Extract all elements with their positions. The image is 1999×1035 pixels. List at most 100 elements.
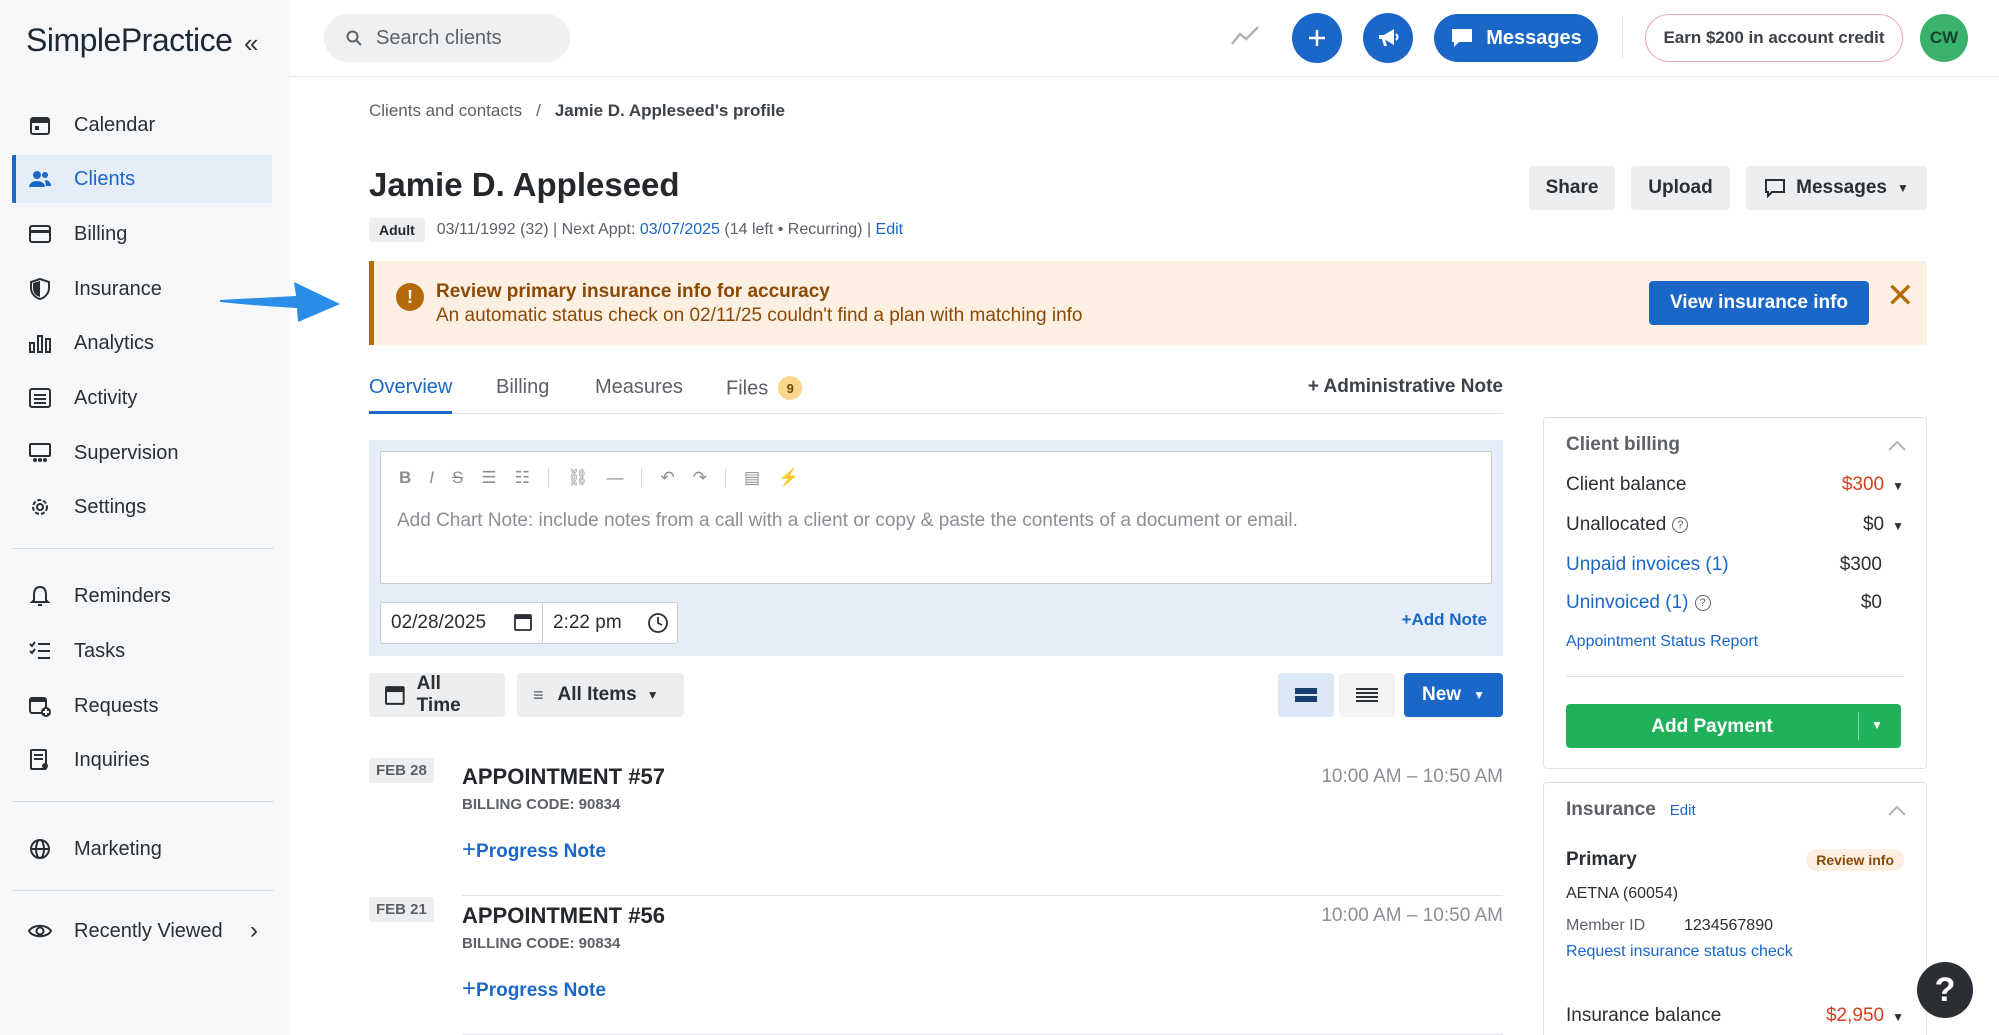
alert-title: Review primary insurance info for accura… — [436, 281, 830, 302]
list-view-toggle[interactable] — [1339, 673, 1395, 717]
redo-icon[interactable]: ↷ — [693, 468, 707, 488]
search-input[interactable]: Search clients — [324, 14, 570, 62]
help-icon[interactable]: ? — [1694, 595, 1711, 611]
payer-row: AETNA (60054) — [1566, 885, 1904, 903]
sidebar-item-label: Inquiries — [74, 748, 150, 771]
chat-icon — [1452, 29, 1473, 47]
insurance-card: Insurance Edit Primary Review info AETNA … — [1543, 782, 1927, 1035]
sidebar-item-supervision[interactable]: Supervision — [12, 429, 272, 477]
app-logo[interactable]: SimplePractice — [26, 22, 233, 59]
unallocated-label: Unallocated — [1566, 514, 1667, 535]
note-date-input[interactable]: 02/28/2025 — [380, 602, 543, 644]
add-administrative-note-button[interactable]: + Administrative Note — [1308, 376, 1503, 398]
sidebar-item-label: Recently Viewed — [74, 919, 223, 942]
new-button[interactable]: New ▼ — [1404, 673, 1503, 717]
calendar-icon[interactable] — [514, 613, 532, 637]
undo-icon[interactable]: ↶ — [660, 468, 674, 488]
edit-insurance-link[interactable]: Edit — [1670, 802, 1696, 819]
client-billing-card: Client billing Client balance $300 ▼ Unal… — [1543, 417, 1927, 769]
appointment-date: FEB 21 — [369, 897, 434, 922]
add-progress-note-link[interactable]: +Progress Note — [462, 836, 606, 864]
upload-button[interactable]: Upload — [1631, 166, 1730, 210]
all-items-filter[interactable]: ≡ All Items ▼ — [517, 673, 684, 717]
edit-client-link[interactable]: Edit — [876, 221, 904, 239]
sidebar-item-calendar[interactable]: Calendar — [12, 101, 272, 149]
sidebar-item-tasks[interactable]: Tasks — [12, 627, 272, 675]
sidebar-item-label: Billing — [74, 222, 128, 245]
sidebar-item-billing[interactable]: Billing — [12, 210, 272, 258]
help-button[interactable]: ? — [1917, 962, 1973, 1018]
breadcrumb-clients-link[interactable]: Clients and contacts — [369, 101, 522, 120]
tab-measures[interactable]: Measures — [595, 376, 683, 414]
strikethrough-icon[interactable]: S — [452, 468, 463, 488]
card-divider — [1566, 676, 1904, 677]
collapse-sidebar-icon[interactable]: « — [244, 28, 258, 59]
next-appt-link[interactable]: 03/07/2025 — [640, 221, 720, 239]
sidebar-item-reminders[interactable]: Reminders — [12, 572, 272, 620]
request-status-check-link[interactable]: Request insurance status check — [1566, 943, 1793, 961]
announcements-button[interactable] — [1363, 13, 1413, 63]
appointment-title[interactable]: APPOINTMENT #56 — [462, 903, 665, 929]
earn-credit-button[interactable]: Earn $200 in account credit — [1645, 14, 1903, 62]
unpaid-invoices-row: Unpaid invoices (1) $300 — [1566, 554, 1904, 576]
card-view-toggle[interactable] — [1278, 673, 1334, 717]
tab-overview[interactable]: Overview — [369, 376, 453, 414]
unallocated-dropdown[interactable]: $0 ▼ — [1863, 514, 1904, 536]
add-button[interactable] — [1292, 13, 1342, 63]
sidebar-item-clients[interactable]: Clients — [12, 155, 272, 203]
trend-icon[interactable] — [1230, 24, 1260, 53]
bold-icon[interactable]: B — [399, 468, 411, 488]
sidebar-item-activity[interactable]: Activity — [12, 374, 272, 422]
progress-note-label: Progress Note — [476, 841, 606, 862]
files-count-badge: 9 — [778, 376, 803, 400]
ai-bolt-icon[interactable]: ⚡ — [778, 468, 799, 488]
all-time-filter[interactable]: All Time — [369, 673, 505, 717]
unpaid-invoices-link[interactable]: Unpaid invoices (1) — [1566, 554, 1729, 576]
sidebar-item-label: Supervision — [74, 441, 179, 464]
all-time-label: All Time — [416, 673, 461, 716]
megaphone-icon — [1379, 29, 1399, 46]
view-insurance-info-button[interactable]: View insurance info — [1649, 281, 1869, 325]
numbered-list-icon[interactable]: ☷ — [515, 468, 530, 488]
link-icon[interactable]: ⛓ — [567, 468, 589, 488]
close-icon[interactable]: ✕ — [1886, 279, 1915, 313]
horizontal-rule-icon[interactable]: — — [606, 468, 623, 488]
sidebar-item-inquiries[interactable]: Inquiries — [12, 736, 272, 784]
uninvoiced-value: $0 — [1860, 592, 1882, 613]
tab-billing[interactable]: Billing — [496, 376, 549, 414]
sidebar-item-marketing[interactable]: Marketing — [12, 825, 272, 873]
share-button[interactable]: Share — [1529, 166, 1615, 210]
caret-down-icon[interactable]: ▼ — [1871, 718, 1883, 732]
add-progress-note-link[interactable]: +Progress Note — [462, 975, 606, 1003]
help-icon[interactable]: ? — [1672, 517, 1689, 533]
sidebar-item-recently-viewed[interactable]: Recently Viewed › — [12, 907, 272, 955]
avatar[interactable]: CW — [1920, 14, 1968, 62]
report-row: Appointment Status Report — [1566, 633, 1904, 651]
italic-icon[interactable]: I — [429, 468, 434, 488]
bulleted-list-icon[interactable]: ☰ — [481, 468, 496, 488]
appointment-title[interactable]: APPOINTMENT #57 — [462, 764, 665, 790]
note-time-input[interactable]: 2:22 pm — [542, 602, 678, 644]
insurance-alert-banner: ! Review primary insurance info for accu… — [369, 261, 1927, 345]
sidebar-item-settings[interactable]: Settings — [12, 483, 272, 531]
clock-icon[interactable] — [647, 612, 669, 640]
eye-icon — [28, 919, 52, 943]
breadcrumb: Clients and contacts / Jamie D. Appleseed'… — [369, 101, 785, 121]
insurance-balance-dropdown[interactable]: $2,950 ▼ — [1826, 1005, 1904, 1027]
chevron-up-icon[interactable] — [1888, 438, 1906, 456]
appointment-status-report-link[interactable]: Appointment Status Report — [1566, 633, 1758, 651]
shield-icon — [28, 277, 52, 301]
add-note-button[interactable]: +Add Note — [1402, 610, 1487, 630]
add-payment-button[interactable]: Add Payment ▼ — [1566, 704, 1901, 748]
sidebar-item-analytics[interactable]: Analytics — [12, 319, 272, 367]
tab-files[interactable]: Files 9 — [726, 376, 803, 414]
uninvoiced-link[interactable]: Uninvoiced (1) — [1566, 592, 1689, 613]
messages-button[interactable]: Messages — [1434, 14, 1598, 62]
messages-dropdown-button[interactable]: Messages ▼ — [1746, 166, 1927, 210]
chevron-up-icon[interactable] — [1888, 803, 1906, 821]
template-icon[interactable]: ▤ — [744, 468, 760, 488]
client-balance-dropdown[interactable]: $300 ▼ — [1842, 474, 1904, 496]
sidebar-item-label: Tasks — [74, 639, 126, 662]
chart-note-textarea[interactable]: B I S ☰ ☷ ⛓ — ↶ ↷ ▤ ⚡ Add Chart Note: in… — [380, 451, 1492, 584]
sidebar-item-requests[interactable]: Requests — [12, 682, 272, 730]
